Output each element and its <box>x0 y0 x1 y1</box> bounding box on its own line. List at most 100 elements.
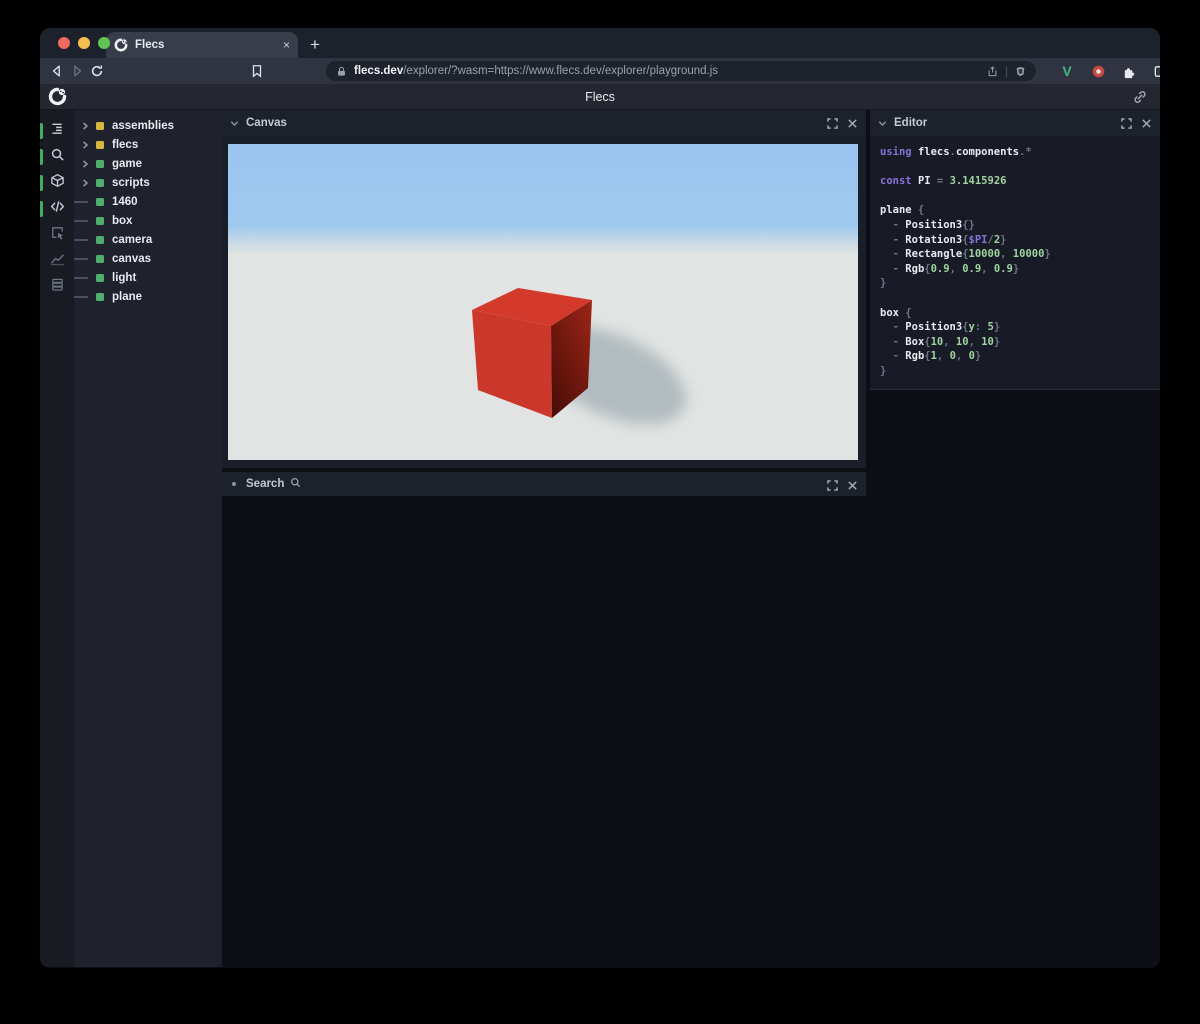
panel-actions <box>827 472 858 498</box>
code-line <box>880 291 1160 306</box>
query-icon <box>50 147 65 167</box>
tab-close-icon[interactable]: × <box>283 38 290 52</box>
main-column: Canvas <box>222 110 866 967</box>
entity-color-square <box>96 122 104 130</box>
forward-icon[interactable] <box>70 60 84 82</box>
browser-toolbar: flecs.dev/explorer/?wasm=https://www.fle… <box>40 58 1160 84</box>
app-header: Flecs <box>40 84 1160 110</box>
address-bar[interactable]: flecs.dev/explorer/?wasm=https://www.fle… <box>326 61 1036 81</box>
tree-item-assemblies[interactable]: assemblies <box>74 116 222 135</box>
entity-label: flecs <box>112 139 138 151</box>
collapse-chevron-icon[interactable] <box>870 119 894 128</box>
tree-item-game[interactable]: game <box>74 154 222 173</box>
tree-item-1460[interactable]: 1460 <box>74 192 222 211</box>
minimize-window-button[interactable] <box>78 37 90 49</box>
rail-item-query[interactable] <box>40 144 74 170</box>
expand-chevron-icon[interactable] <box>74 179 96 187</box>
tab-strip: Flecs × + <box>40 28 1160 58</box>
fullscreen-icon[interactable] <box>1121 118 1132 129</box>
code-line <box>880 189 1160 204</box>
share-icon[interactable] <box>987 66 998 77</box>
new-tab-button[interactable]: + <box>310 35 320 55</box>
entity-color-square <box>96 217 104 225</box>
bookmark-icon[interactable] <box>250 60 264 82</box>
entity-label: scripts <box>112 177 150 189</box>
share-link-icon[interactable] <box>1132 89 1148 105</box>
3d-viewport[interactable] <box>228 144 858 460</box>
expand-chevron-icon[interactable] <box>74 141 96 149</box>
tree-item-camera[interactable]: camera <box>74 230 222 249</box>
entity-label: light <box>112 272 136 284</box>
tree-item-box[interactable]: box <box>74 211 222 230</box>
search-icon <box>290 477 301 491</box>
extension-red-icon[interactable] <box>1087 60 1109 82</box>
tree-item-light[interactable]: light <box>74 268 222 287</box>
code-line: - Rectangle{10000, 10000} <box>880 247 1160 262</box>
entity-color-square <box>96 293 104 301</box>
window-controls <box>58 37 110 49</box>
browser-tab[interactable]: Flecs × <box>106 32 298 58</box>
editor-panel-header[interactable]: Editor <box>870 110 1160 136</box>
search-panel-title: Search <box>246 478 284 490</box>
entity-label: assemblies <box>112 120 174 132</box>
entity-color-square <box>96 274 104 282</box>
tree-item-plane[interactable]: plane <box>74 287 222 306</box>
reload-icon[interactable] <box>90 60 104 82</box>
zoom-window-button[interactable] <box>98 37 110 49</box>
page-title: Flecs <box>40 90 1160 104</box>
sidebar-toggle-icon[interactable] <box>1149 60 1160 82</box>
entity-color-square <box>96 255 104 263</box>
entity-label: canvas <box>112 253 151 265</box>
fullscreen-icon[interactable] <box>827 480 838 491</box>
script-editor[interactable]: using flecs.components.* const PI = 3.14… <box>870 136 1160 390</box>
tree-item-flecs[interactable]: flecs <box>74 135 222 154</box>
close-window-button[interactable] <box>58 37 70 49</box>
canvas-panel-header[interactable]: Canvas <box>222 110 866 136</box>
rail-item-script-editor[interactable] <box>40 196 74 222</box>
entity-color-square <box>96 198 104 206</box>
vue-devtools-icon[interactable]: V <box>1056 60 1078 82</box>
inspector-icon <box>50 225 65 245</box>
code-line: - Position3{} <box>880 218 1160 233</box>
rail-item-statistics[interactable] <box>40 248 74 274</box>
rail-item-world-info[interactable] <box>40 274 74 300</box>
leaf-dash <box>74 201 88 203</box>
fullscreen-icon[interactable] <box>827 118 838 129</box>
code-line: const PI = 3.1415926 <box>880 174 1160 189</box>
back-icon[interactable] <box>50 60 64 82</box>
code-line <box>880 160 1160 175</box>
url-host: flecs.dev <box>354 65 403 77</box>
panel-actions <box>1121 110 1152 136</box>
expand-chevron-icon[interactable] <box>74 122 96 130</box>
url-text: flecs.dev/explorer/?wasm=https://www.fle… <box>354 65 980 77</box>
script-editor-icon <box>50 199 65 219</box>
expand-chevron-icon[interactable] <box>74 160 96 168</box>
close-panel-icon[interactable] <box>1141 118 1152 129</box>
close-panel-icon[interactable] <box>847 118 858 129</box>
flecs-favicon <box>114 38 128 52</box>
entity-color-square <box>96 179 104 187</box>
code-line: box { <box>880 306 1160 321</box>
entity-label: game <box>112 158 142 170</box>
url-path: /explorer/?wasm=https://www.flecs.dev/ex… <box>403 65 718 77</box>
code-line: - Box{10, 10, 10} <box>880 335 1160 350</box>
rail-item-scene[interactable] <box>40 170 74 196</box>
browser-window: Flecs × + flecs.dev/explorer/?wasm=https… <box>40 28 1160 968</box>
search-panel-header[interactable]: Search <box>222 472 866 496</box>
collapsed-dot-icon[interactable] <box>222 482 246 486</box>
extensions-puzzle-icon[interactable] <box>1118 60 1140 82</box>
leaf-dash <box>74 239 88 241</box>
entity-tree-panel: assemblies flecs game scripts 1460 boxcamera c… <box>74 110 222 967</box>
rail-item-entity-tree[interactable] <box>40 118 74 144</box>
brave-shield-icon[interactable] <box>1015 66 1026 77</box>
tree-item-scripts[interactable]: scripts <box>74 173 222 192</box>
entity-label: 1460 <box>112 196 138 208</box>
collapse-chevron-icon[interactable] <box>222 119 246 128</box>
close-panel-icon[interactable] <box>847 480 858 491</box>
world-info-icon <box>50 277 65 297</box>
entity-color-square <box>96 141 104 149</box>
empty-area <box>870 390 1160 968</box>
tree-item-canvas[interactable]: canvas <box>74 249 222 268</box>
lock-icon <box>336 66 347 77</box>
rail-item-inspector[interactable] <box>40 222 74 248</box>
